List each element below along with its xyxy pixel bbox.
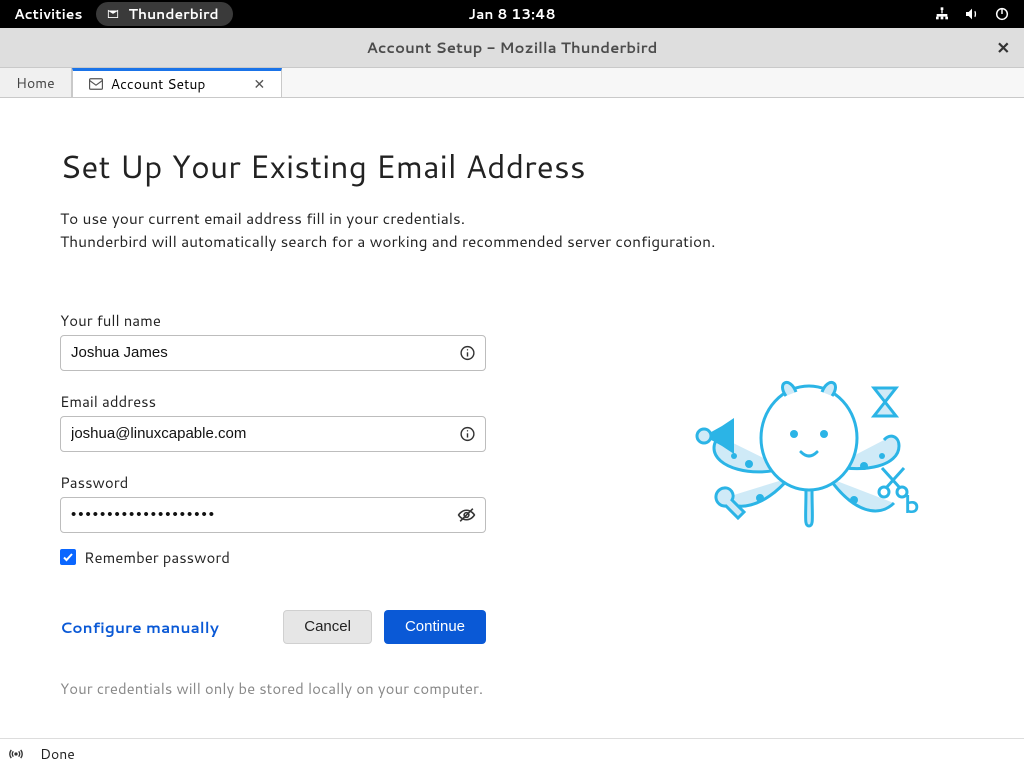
email-input[interactable] (60, 416, 486, 452)
octopus-illustration: b (694, 348, 924, 538)
tab-home[interactable]: Home (0, 68, 72, 97)
tab-strip: Home Account Setup ✕ (0, 68, 1024, 98)
window-title: Account Setup - Mozilla Thunderbird (367, 37, 658, 58)
tab-home-label: Home (16, 73, 55, 93)
status-text: Done (40, 744, 75, 764)
cancel-button[interactable]: Cancel (283, 610, 372, 644)
svg-text:b: b (904, 487, 920, 521)
tab-account-setup-label: Account Setup (111, 74, 206, 94)
account-form: Your full name Email address Password (60, 310, 486, 568)
account-setup-icon (89, 78, 103, 90)
account-setup-page: Set Up Your Existing Email Address To us… (0, 98, 1024, 738)
password-input[interactable] (60, 497, 486, 533)
tab-account-setup[interactable]: Account Setup ✕ (72, 68, 283, 97)
page-heading: Set Up Your Existing Email Address (60, 144, 1024, 189)
power-icon[interactable] (994, 6, 1010, 22)
continue-button[interactable]: Continue (384, 610, 486, 644)
info-icon[interactable] (459, 344, 476, 361)
email-label: Email address (60, 391, 486, 412)
page-blurb-line1: To use your current email address fill i… (60, 207, 1024, 230)
app-name: Thunderbird (128, 4, 218, 24)
password-label: Password (60, 472, 486, 493)
status-bar: Done (0, 738, 1024, 768)
credentials-footnote: Your credentials will only be stored loc… (60, 678, 1024, 699)
window-close-button[interactable]: ✕ (997, 36, 1010, 59)
network-icon[interactable] (934, 6, 950, 22)
thunderbird-icon (106, 7, 120, 21)
remember-password-label: Remember password (84, 547, 230, 568)
toggle-visibility-icon[interactable] (457, 505, 476, 524)
volume-icon[interactable] (964, 6, 980, 22)
configure-manually-link[interactable]: Configure manually (60, 616, 219, 638)
remember-password-checkbox[interactable] (60, 549, 76, 565)
info-icon[interactable] (459, 425, 476, 442)
app-indicator[interactable]: Thunderbird (96, 2, 232, 26)
tab-close-icon[interactable]: ✕ (253, 74, 265, 94)
full-name-label: Your full name (60, 310, 486, 331)
window-title-bar: Account Setup - Mozilla Thunderbird ✕ (0, 28, 1024, 68)
full-name-input[interactable] (60, 335, 486, 371)
broadcast-icon[interactable] (8, 746, 24, 762)
clock[interactable]: Jan 8 13:48 (468, 4, 555, 24)
activities-button[interactable]: Activities (14, 4, 82, 24)
page-blurb-line2: Thunderbird will automatically search fo… (60, 230, 1024, 253)
gnome-top-bar: Activities Thunderbird Jan 8 13:48 (0, 0, 1024, 28)
